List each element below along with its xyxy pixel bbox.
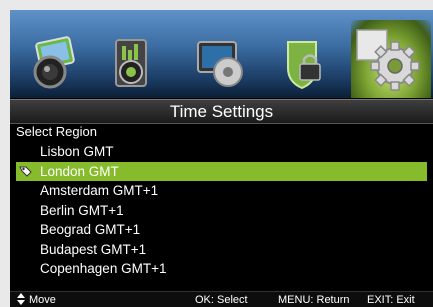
list-item-label: Beograd GMT+1 (40, 222, 141, 237)
ok-select-hint: OK: Select (195, 294, 248, 306)
settings-gear-icon[interactable] (351, 20, 431, 98)
picture-icon[interactable] (24, 34, 82, 92)
list-item-london[interactable]: London GMT (16, 161, 427, 181)
list-item-label: Lisbon GMT (40, 144, 114, 159)
list-item-lisbon[interactable]: Lisbon GMT (10, 142, 433, 162)
tv-osd-screen: Time Settings Select Region Lisbon GMT L… (10, 10, 433, 307)
list-item-label: Copenhagen GMT+1 (40, 261, 167, 276)
move-hint: Move (16, 292, 56, 307)
list-item-label: London GMT (40, 163, 119, 179)
select-region-label: Select Region (16, 124, 97, 139)
sound-icon[interactable] (108, 34, 166, 92)
footer-hint-bar: Move OK: Select MENU: Return EXIT: Exit (10, 291, 433, 307)
move-hint-label: Move (29, 294, 56, 306)
list-item-beograd[interactable]: Beograd GMT+1 (10, 220, 433, 240)
list-item-label: Berlin GMT+1 (40, 202, 124, 218)
menu-return-hint: MENU: Return (278, 294, 350, 306)
list-item-label: Budapest GMT+1 (40, 241, 147, 257)
list-item-amsterdam[interactable]: Amsterdam GMT+1 (10, 181, 433, 201)
lock-icon[interactable] (276, 34, 334, 92)
up-down-arrow-icon (17, 293, 25, 305)
selected-marker-icon (19, 166, 32, 177)
region-list: Lisbon GMT London GMT Amsterdam GMT+1 Be… (10, 142, 433, 279)
page-title: Time Settings (10, 99, 433, 124)
list-item-label: Amsterdam GMT+1 (40, 183, 159, 198)
exit-hint: EXIT: Exit (367, 294, 415, 306)
list-item-berlin[interactable]: Berlin GMT+1 (10, 201, 433, 221)
list-item-budapest[interactable]: Budapest GMT+1 (10, 240, 433, 260)
list-item-copenhagen[interactable]: Copenhagen GMT+1 (10, 259, 433, 279)
channel-icon[interactable] (192, 34, 250, 92)
menu-icon-bar (10, 10, 433, 98)
